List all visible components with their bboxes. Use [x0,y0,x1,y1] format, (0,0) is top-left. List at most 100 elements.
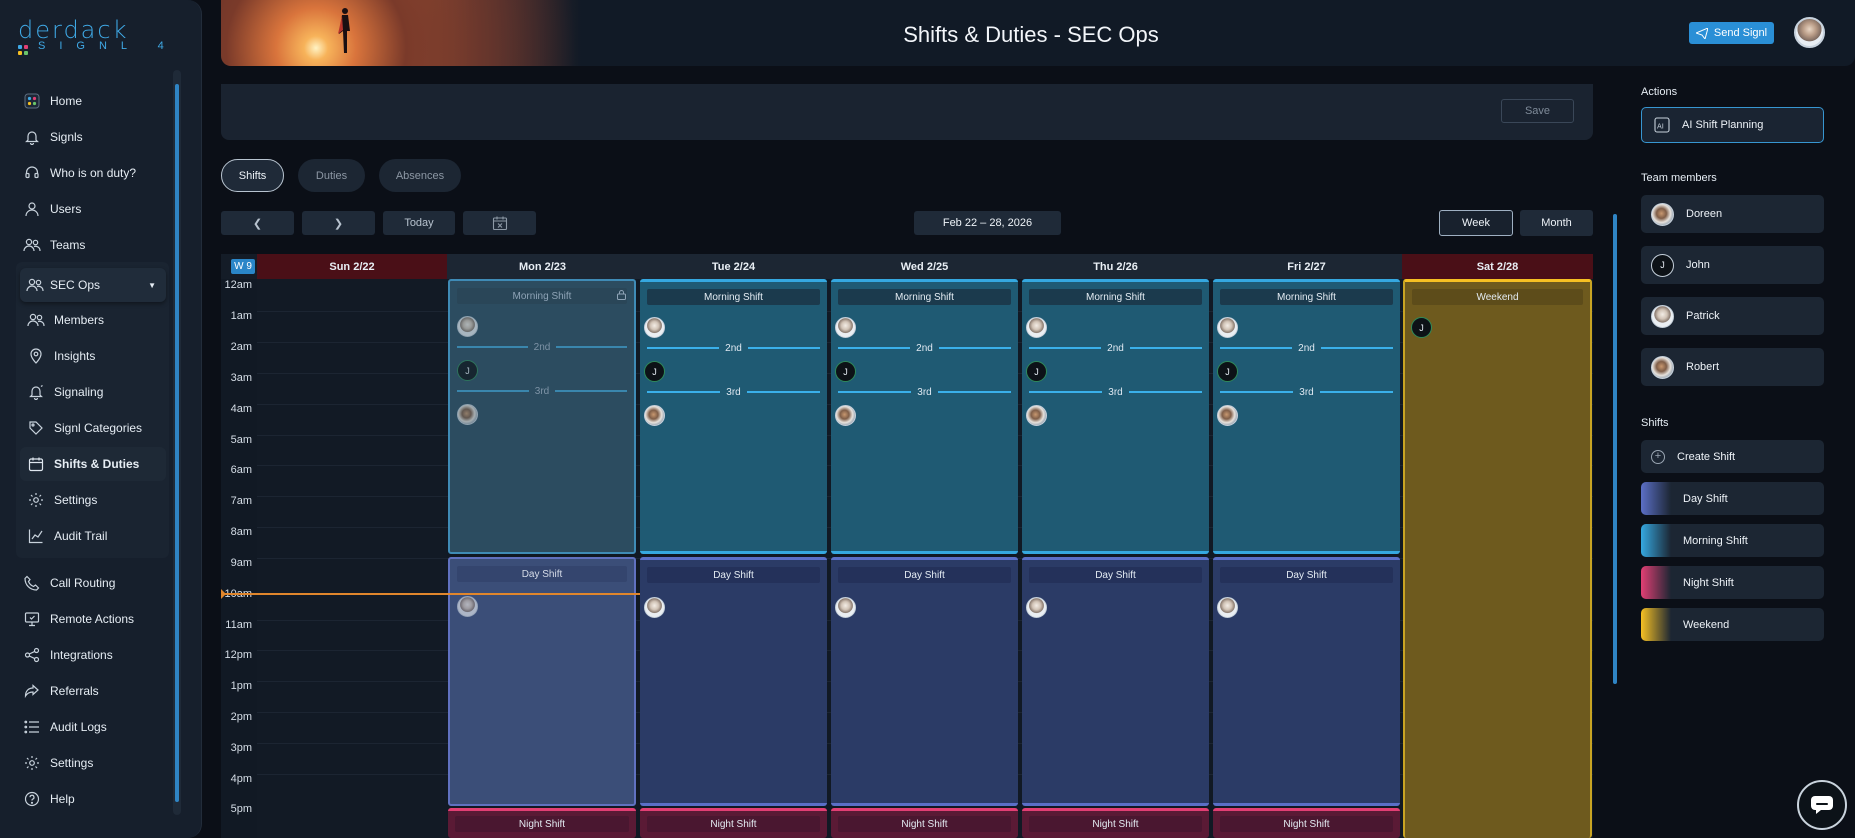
morning-shift-block-fri[interactable]: Morning Shift 2nd J 3rd [1213,279,1400,554]
sidebar-item-home[interactable]: Home [16,84,169,118]
tab-shifts[interactable]: Shifts [221,159,284,192]
night-shift-block-mon[interactable]: Night Shift [448,808,636,838]
sidebar-item-signaling[interactable]: Signaling [20,375,166,409]
avatar-patrick[interactable] [457,596,478,617]
member-card-robert[interactable]: Robert [1641,348,1824,386]
avatar-patrick[interactable] [835,317,856,338]
avatar-john[interactable]: J [835,361,856,382]
shift-template-morning[interactable]: Morning Shift [1641,524,1824,557]
clear-calendar-button[interactable] [463,211,536,235]
avatar-patrick[interactable] [644,317,665,338]
date-range-label[interactable]: Feb 22 – 28, 2026 [914,211,1061,235]
morning-shift-block-wed[interactable]: Morning Shift 2nd J 3rd [831,279,1018,554]
night-shift-block-wed[interactable]: Night Shift [831,808,1018,838]
sidebar-item-teams[interactable]: Teams [16,228,169,262]
avatar-robert[interactable] [1026,405,1047,426]
avatar-patrick[interactable] [1026,317,1047,338]
derdack-logo[interactable]: derdack SIGNL 4 [18,16,178,56]
sidebar-item-audit-logs[interactable]: Audit Logs [16,710,169,744]
avatar-robert[interactable] [457,404,478,425]
morning-shift-block-tue[interactable]: Morning Shift 2nd J 3rd [640,279,827,554]
avatar-patrick[interactable] [835,597,856,618]
user-avatar[interactable] [1794,17,1825,48]
avatar-patrick[interactable] [644,597,665,618]
escalation-divider: 2nd [1029,342,1202,354]
today-button[interactable]: Today [383,211,455,235]
sidebar-item-shifts-duties[interactable]: Shifts & Duties [20,447,166,481]
sidebar-item-help[interactable]: Help [16,782,169,816]
avatar-john[interactable]: J [1411,317,1432,338]
day-shift-block-wed[interactable]: Day Shift [831,557,1018,806]
avatar-john[interactable]: J [1026,361,1047,382]
night-shift-block-thu[interactable]: Night Shift [1022,808,1209,838]
member-card-doreen[interactable]: Doreen [1641,195,1824,233]
day-header-sat: Sat 2/28 [1402,254,1593,279]
avatar-robert[interactable] [835,405,856,426]
sidebar-item-remote-actions[interactable]: Remote Actions [16,602,169,636]
send-signl-button[interactable]: Send Signl [1689,22,1774,44]
avatar-patrick[interactable] [1217,317,1238,338]
day-shift-block-tue[interactable]: Day Shift [640,557,827,806]
tab-duties[interactable]: Duties [298,159,365,192]
create-shift-label: Create Shift [1677,450,1736,463]
sidebar-item-label: Users [50,202,82,216]
team-selector[interactable]: SEC Ops ▼ [20,268,166,302]
morning-shift-block-thu[interactable]: Morning Shift 2nd J 3rd [1022,279,1209,554]
headset-icon [18,165,46,181]
avatar-john[interactable]: J [1217,361,1238,382]
sidebar-item-members[interactable]: Members [20,303,166,337]
sidebar-item-referrals[interactable]: Referrals [16,674,169,708]
chat-widget-button[interactable] [1797,780,1847,830]
logo-dots-icon [18,45,30,55]
sidebar-item-team-settings[interactable]: Settings [20,483,166,517]
create-shift-button[interactable]: + Create Shift [1641,440,1824,473]
weekend-shift-block-sat[interactable]: Weekend J [1403,279,1592,838]
sidebar-item-audit-trail[interactable]: Audit Trail [20,519,166,553]
member-card-john[interactable]: J John [1641,246,1824,284]
shift-template-night[interactable]: Night Shift [1641,566,1824,599]
shift-label: Day Shift [1220,567,1393,583]
month-view-button[interactable]: Month [1520,210,1593,236]
sidebar-scrollbar[interactable] [173,70,181,815]
sidebar-item-label: Shifts & Duties [54,457,140,471]
time-label: 1pm [230,680,252,692]
shift-template-day[interactable]: Day Shift [1641,482,1824,515]
ai-shift-planning-button[interactable]: AI AI Shift Planning [1641,107,1824,143]
avatar-patrick[interactable] [457,316,478,337]
next-week-button[interactable]: ❯ [302,211,375,235]
time-label: 4am [230,403,252,415]
scrollbar-thumb[interactable] [175,84,179,802]
sidebar-item-signl-categories[interactable]: Signl Categories [20,411,166,445]
scrollbar-thumb[interactable] [1613,214,1617,684]
night-shift-block-tue[interactable]: Night Shift [640,808,827,838]
previous-week-button[interactable]: ❮ [221,211,294,235]
avatar-john[interactable]: J [457,360,478,381]
sidebar-item-who-is-on-duty[interactable]: Who is on duty? [16,156,169,190]
week-view-button[interactable]: Week [1439,210,1513,236]
avatar-patrick[interactable] [1026,597,1047,618]
save-button[interactable]: Save [1501,99,1574,123]
morning-shift-block-mon[interactable]: Morning Shift 2nd J 3rd [448,279,636,554]
morning-shift-swatch [1641,524,1671,557]
tab-absences[interactable]: Absences [379,159,461,192]
member-card-patrick[interactable]: Patrick [1641,297,1824,335]
caret-down-icon: ▼ [148,280,156,290]
day-shift-block-fri[interactable]: Day Shift [1213,557,1400,806]
night-shift-block-fri[interactable]: Night Shift [1213,808,1400,838]
avatar-john[interactable]: J [644,361,665,382]
sidebar-item-signls[interactable]: Signls [16,120,169,154]
sidebar-item-settings[interactable]: Settings [16,746,169,780]
main-scrollbar[interactable] [1611,84,1619,832]
sidebar-item-call-routing[interactable]: Call Routing [16,566,169,600]
avatar-robert[interactable] [1217,405,1238,426]
sidebar-item-insights[interactable]: Insights [20,339,166,373]
shift-label: Night Shift [838,816,1011,832]
avatar-robert[interactable] [644,405,665,426]
shift-template-weekend[interactable]: Weekend [1641,608,1824,641]
sidebar-item-integrations[interactable]: Integrations [16,638,169,672]
shift-label: Night Shift [1029,816,1202,832]
day-shift-block-thu[interactable]: Day Shift [1022,557,1209,806]
avatar-patrick [1651,304,1674,328]
sidebar-item-users[interactable]: Users [16,192,169,226]
avatar-patrick[interactable] [1217,597,1238,618]
